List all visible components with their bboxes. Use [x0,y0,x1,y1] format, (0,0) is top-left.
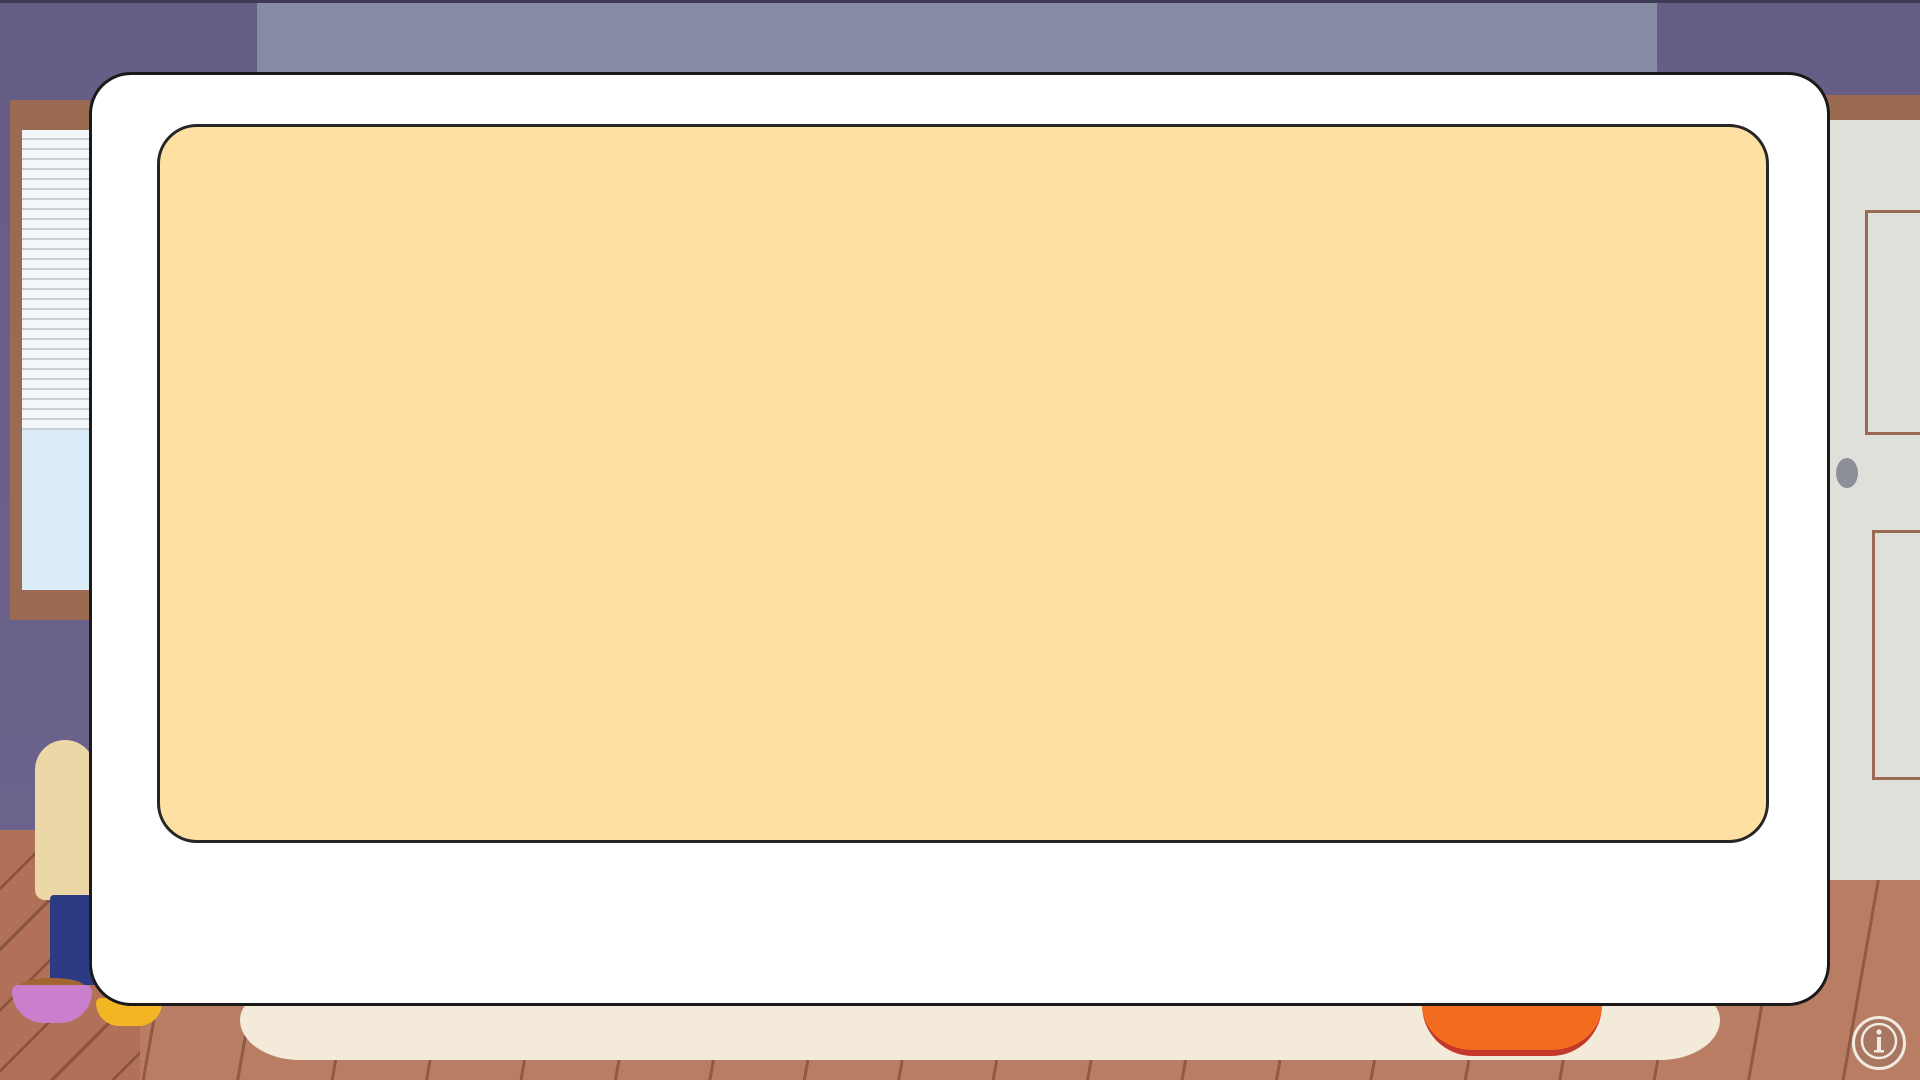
game-scene [0,0,1920,1080]
orange-pet-bowl [1422,1000,1602,1056]
door-knob [1836,458,1858,488]
pet-ear [35,740,95,900]
door-panel-upper [1865,210,1920,435]
dialog-message [160,127,1766,840]
window-blinds [22,130,90,430]
info-icon [1859,1021,1899,1066]
door-panel-lower [1872,530,1920,780]
dialog-content-box [157,124,1769,843]
info-button[interactable] [1852,1016,1906,1070]
